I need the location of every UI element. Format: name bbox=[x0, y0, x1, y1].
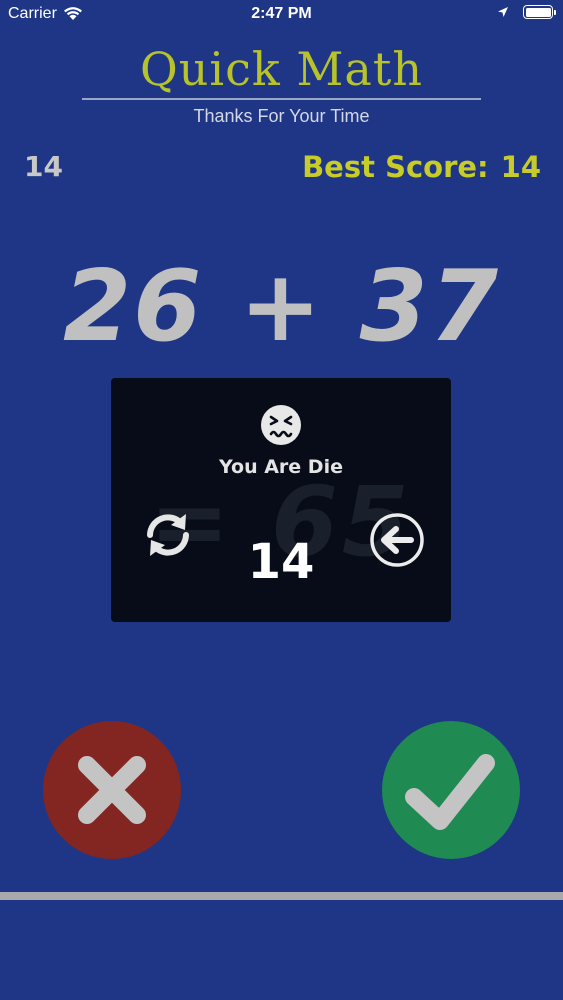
status-time: 2:47 PM bbox=[251, 5, 312, 22]
game-over-message: You Are Die bbox=[219, 456, 343, 478]
correct-button[interactable] bbox=[382, 721, 520, 859]
app-title: Quick Math bbox=[140, 42, 423, 96]
app-subtitle: Thanks For Your Time bbox=[193, 106, 370, 126]
back-arrow-icon[interactable] bbox=[369, 512, 425, 568]
game-over-dialog: = 65 You Are Die 14 bbox=[111, 378, 451, 622]
status-bar: Carrier 2:47 PM bbox=[0, 0, 563, 30]
location-icon bbox=[498, 7, 508, 17]
best-score-label: Best Score: bbox=[302, 150, 489, 184]
bottom-divider bbox=[0, 892, 563, 900]
status-right bbox=[497, 5, 556, 19]
wrong-button[interactable] bbox=[43, 721, 181, 859]
best-score-value: 14 bbox=[500, 150, 541, 184]
battery-fill bbox=[525, 7, 551, 17]
sick-face-icon bbox=[261, 405, 301, 445]
math-problem: 26 + 37 bbox=[62, 250, 501, 364]
x-icon bbox=[78, 756, 146, 824]
battery-icon bbox=[523, 5, 556, 19]
checkmark-icon bbox=[405, 754, 495, 830]
best-score: Best Score: 14 bbox=[302, 150, 541, 184]
current-score: 14 bbox=[24, 150, 63, 183]
title-divider bbox=[82, 98, 481, 100]
